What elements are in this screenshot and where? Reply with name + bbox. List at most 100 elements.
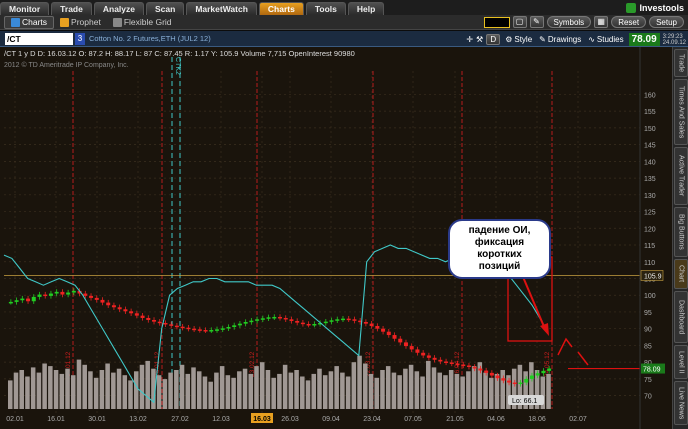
copyright-text: 2012 © TD Ameritrade IP Company, Inc. xyxy=(4,62,129,69)
subtab-prophet-label: Prophet xyxy=(71,17,101,27)
volume-bar xyxy=(345,376,351,409)
prophet-icon xyxy=(60,17,70,27)
symbol-description: Cotton No. 2 Futures,ETH (JUL2 12) xyxy=(89,34,211,43)
side-tab-times-and-sales[interactable]: Times And Sales xyxy=(674,79,688,145)
candle-body xyxy=(449,362,454,364)
candle-body xyxy=(192,328,197,331)
candle-body xyxy=(478,368,483,371)
x-tick-label: 21.05 xyxy=(446,416,464,423)
volume-bar xyxy=(214,372,219,409)
subtab-flexible-grid[interactable]: Flexible Grid xyxy=(107,16,178,29)
side-tab-chart-label: Chart xyxy=(677,265,685,283)
nav-tab-charts[interactable]: Charts xyxy=(258,2,304,15)
setup-button[interactable]: Setup xyxy=(649,16,684,28)
side-tab-trade[interactable]: Trade xyxy=(674,49,688,77)
side-tab-active-trader[interactable]: Active Trader xyxy=(674,147,688,205)
timeframe-button[interactable]: D xyxy=(486,34,501,45)
crosshair-icon[interactable]: ✛ xyxy=(466,35,473,44)
symbols-button[interactable]: Symbols xyxy=(546,16,592,28)
price-chart[interactable]: 1601551501451401351301251201151101051009… xyxy=(0,47,672,429)
candle-body xyxy=(169,324,174,326)
volume-bar xyxy=(471,366,477,409)
volume-bar xyxy=(254,366,259,409)
price-level-label: 105.9 xyxy=(644,273,662,280)
volume-bar xyxy=(305,380,311,409)
candle-body xyxy=(524,378,529,383)
candle-body xyxy=(312,323,317,326)
candle-body xyxy=(157,321,162,324)
candle-body xyxy=(260,318,265,320)
candle-body xyxy=(501,378,506,381)
volume-bar xyxy=(385,366,391,409)
nav-tab-tools[interactable]: Tools xyxy=(305,2,346,15)
candle-body xyxy=(512,382,517,385)
candle-body xyxy=(295,320,300,323)
low-bubble-label: Lo: 66.1 xyxy=(512,398,537,405)
x-tick-label: 07.05 xyxy=(404,416,422,423)
candle-body xyxy=(94,297,99,300)
nav-tab-monitor[interactable]: Monitor xyxy=(0,2,50,15)
candle-body xyxy=(306,323,311,326)
nav-tab-trade[interactable]: Trade xyxy=(51,2,92,15)
studies-button[interactable]: ∿ Studies xyxy=(586,34,625,46)
nav-tab-marketwatch[interactable]: MarketWatch xyxy=(186,2,257,15)
studies-icon: ∿ xyxy=(588,35,595,44)
callout-line-2: фиксация xyxy=(474,237,525,248)
callout-line-4: позиций xyxy=(478,261,521,272)
drawings-label: Drawings xyxy=(547,35,582,44)
volume-bar xyxy=(426,360,431,409)
subtab-prophet[interactable]: Prophet xyxy=(54,16,107,29)
volume-bar xyxy=(448,370,454,409)
candle-body xyxy=(472,366,477,369)
side-tab-live-news[interactable]: Live News xyxy=(674,381,688,425)
link-color-box[interactable] xyxy=(483,16,510,28)
candle-body xyxy=(415,349,420,353)
volume-bar xyxy=(168,372,173,409)
side-tab-level-ii[interactable]: Level II xyxy=(674,345,688,379)
link-group-number[interactable]: 3 xyxy=(75,32,85,45)
volume-bar xyxy=(145,360,150,409)
drawings-button[interactable]: ✎ Drawings xyxy=(537,34,583,46)
candle-body xyxy=(100,299,105,303)
candle-body xyxy=(507,380,512,383)
y-tick-label: 110 xyxy=(644,260,655,267)
symbol-input[interactable]: /CT xyxy=(5,32,73,45)
nav-tab-help[interactable]: Help xyxy=(347,2,385,15)
detach-button[interactable]: ▢ xyxy=(512,16,527,28)
candle-body xyxy=(237,323,242,326)
tile-button[interactable]: ▦ xyxy=(594,16,609,28)
volume-bar xyxy=(363,363,368,409)
side-tab-big-buttons[interactable]: Big Buttons xyxy=(674,207,688,257)
candle-body xyxy=(547,368,552,371)
candle-body xyxy=(123,309,128,312)
side-tab-dashboard[interactable]: Dashboard xyxy=(674,291,688,343)
volume-bar xyxy=(122,375,128,409)
side-tab-chart[interactable]: Chart xyxy=(674,259,688,289)
style-button[interactable]: ⚙ Style xyxy=(503,34,534,46)
nav-tab-scan[interactable]: Scan xyxy=(145,2,185,15)
side-tab-dashboard-label: Dashboard xyxy=(677,299,685,335)
reset-button[interactable]: Reset xyxy=(611,16,647,28)
candle-body xyxy=(243,321,248,324)
volume-bar xyxy=(13,372,19,409)
candle-body xyxy=(346,318,351,321)
candle-body xyxy=(426,355,431,358)
candle-body xyxy=(215,329,220,331)
candle-body xyxy=(83,293,88,296)
settings-icon[interactable]: ✎ xyxy=(529,16,544,28)
volume-bar xyxy=(460,376,465,409)
nav-tab-analyze[interactable]: Analyze xyxy=(93,2,144,15)
volume-bar xyxy=(162,379,168,409)
volume-bar xyxy=(93,377,99,409)
chart-panel[interactable]: 1601551501451401351301251201151101051009… xyxy=(0,47,672,429)
candle-body xyxy=(381,328,386,332)
candle-body xyxy=(37,294,42,297)
x-tick-label: 16.01 xyxy=(47,416,65,423)
candle-body xyxy=(186,327,191,330)
subtab-charts[interactable]: Charts xyxy=(4,15,55,29)
side-tab-live-news-label: Live News xyxy=(677,386,685,420)
annotation-callout[interactable]: падение ОИ, фиксация коротких позиций xyxy=(448,219,551,279)
candle-body xyxy=(232,325,237,328)
wrench-icon[interactable]: ⚒ xyxy=(476,35,483,44)
volume-bar xyxy=(208,381,213,409)
